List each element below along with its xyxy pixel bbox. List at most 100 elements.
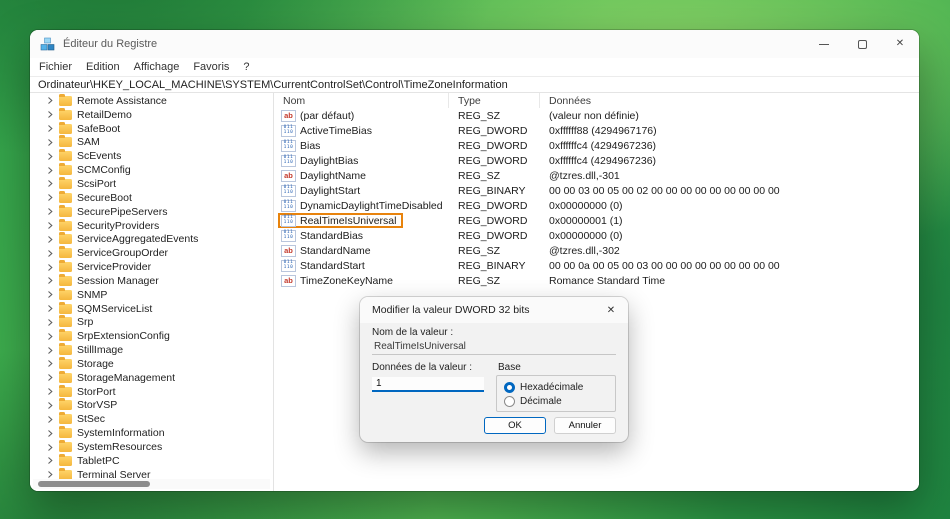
tree-item[interactable]: SystemInformation [30, 426, 273, 440]
chevron-right-icon[interactable] [46, 276, 57, 285]
folder-icon [59, 193, 72, 203]
registry-value-row[interactable]: abStandardNameREG_SZ@tzres.dll,-302 [274, 243, 919, 258]
tree-item[interactable]: StorPort [30, 385, 273, 399]
tree-item-label: ServiceAggregatedEvents [77, 233, 198, 245]
tree-item[interactable]: SNMP [30, 288, 273, 302]
chevron-right-icon[interactable] [46, 221, 57, 230]
chevron-right-icon[interactable] [46, 346, 57, 355]
registry-value-row[interactable]: 011110DynamicDaylightTimeDisabledREG_DWO… [274, 198, 919, 213]
chevron-right-icon[interactable] [46, 179, 57, 188]
tree-item[interactable]: Storage [30, 357, 273, 371]
tree-item[interactable]: SecurityProviders [30, 219, 273, 233]
radio-icon[interactable] [504, 382, 515, 393]
tree-item[interactable]: SAM [30, 136, 273, 150]
chevron-right-icon[interactable] [46, 124, 57, 133]
tree-item[interactable]: RetailDemo [30, 108, 273, 122]
tree-item[interactable]: Srp [30, 316, 273, 330]
value-data: @tzres.dll,-302 [540, 245, 919, 257]
menu-item[interactable]: Edition [79, 61, 127, 73]
chevron-right-icon[interactable] [46, 373, 57, 382]
tree-item[interactable]: SafeBoot [30, 122, 273, 136]
registry-app-icon [40, 37, 55, 52]
column-header-type[interactable]: Type [449, 93, 540, 108]
tree-item[interactable]: ServiceGroupOrder [30, 246, 273, 260]
menu-item[interactable]: Fichier [32, 61, 79, 73]
chevron-right-icon[interactable] [46, 96, 57, 105]
radio-icon[interactable] [504, 396, 515, 407]
chevron-right-icon[interactable] [46, 166, 57, 175]
registry-value-row[interactable]: abDaylightNameREG_SZ@tzres.dll,-301 [274, 168, 919, 183]
registry-value-row[interactable]: abTimeZoneKeyNameREG_SZRomance Standard … [274, 273, 919, 288]
registry-value-row[interactable]: 011110RealTimeIsUniversalREG_DWORD0x0000… [274, 213, 919, 228]
tree-item[interactable]: StillImage [30, 343, 273, 357]
tree-item-label: Storage [77, 358, 114, 370]
dialog-close-button[interactable]: ✕ [594, 297, 628, 323]
chevron-right-icon[interactable] [46, 318, 57, 327]
tree-item[interactable]: ServiceProvider [30, 260, 273, 274]
address-input[interactable] [30, 77, 919, 92]
registry-value-row[interactable]: 011110DaylightBiasREG_DWORD0xffffffc4 (4… [274, 153, 919, 168]
base-radio-option[interactable]: Hexadécimale [504, 380, 608, 394]
chevron-right-icon[interactable] [46, 110, 57, 119]
chevron-right-icon[interactable] [46, 290, 57, 299]
menu-item[interactable]: Favoris [186, 61, 236, 73]
chevron-right-icon[interactable] [46, 193, 57, 202]
value-type: REG_SZ [449, 245, 540, 257]
chevron-right-icon[interactable] [46, 443, 57, 452]
tree-item[interactable]: ServiceAggregatedEvents [30, 232, 273, 246]
tree-item[interactable]: SrpExtensionConfig [30, 329, 273, 343]
chevron-right-icon[interactable] [46, 429, 57, 438]
folder-icon [59, 276, 72, 286]
column-header-data[interactable]: Données [540, 93, 919, 108]
value-name: StandardStart [300, 260, 365, 272]
maximize-button[interactable] [843, 30, 881, 58]
folder-icon [59, 207, 72, 217]
chevron-right-icon[interactable] [46, 456, 57, 465]
registry-value-row[interactable]: 011110DaylightStartREG_BINARY00 00 03 00… [274, 183, 919, 198]
cancel-button[interactable]: Annuler [554, 417, 616, 434]
chevron-right-icon[interactable] [46, 138, 57, 147]
chevron-right-icon[interactable] [46, 304, 57, 313]
scrollbar-thumb[interactable] [38, 481, 150, 487]
tree-item[interactable]: StSec [30, 412, 273, 426]
string-icon: ab [281, 245, 296, 257]
registry-value-row[interactable]: ab(par défaut)REG_SZ(valeur non définie) [274, 108, 919, 123]
chevron-right-icon[interactable] [46, 152, 57, 161]
chevron-right-icon[interactable] [46, 332, 57, 341]
chevron-right-icon[interactable] [46, 415, 57, 424]
tree-item[interactable]: SecurePipeServers [30, 205, 273, 219]
chevron-right-icon[interactable] [46, 207, 57, 216]
tree-item[interactable]: TabletPC [30, 454, 273, 468]
menu-item[interactable]: Affichage [127, 61, 187, 73]
tree-item[interactable]: SCMConfig [30, 163, 273, 177]
ok-button[interactable]: OK [484, 417, 546, 434]
chevron-right-icon[interactable] [46, 470, 57, 479]
tree-item[interactable]: SQMServiceList [30, 302, 273, 316]
registry-value-row[interactable]: 011110BiasREG_DWORD0xffffffc4 (429496723… [274, 138, 919, 153]
column-header-name[interactable]: Nom [274, 93, 449, 108]
menu-item[interactable]: ? [236, 61, 256, 73]
registry-value-row[interactable]: 011110StandardBiasREG_DWORD0x00000000 (0… [274, 228, 919, 243]
tree-item[interactable]: SecureBoot [30, 191, 273, 205]
horizontal-scrollbar[interactable] [33, 479, 270, 489]
value-data-input[interactable] [372, 377, 484, 392]
close-button[interactable]: ✕ [881, 30, 919, 58]
tree-item[interactable]: Remote Assistance [30, 94, 273, 108]
registry-value-row[interactable]: 011110ActiveTimeBiasREG_DWORD0xffffff88 … [274, 123, 919, 138]
chevron-right-icon[interactable] [46, 401, 57, 410]
tree-item[interactable]: ScEvents [30, 149, 273, 163]
registry-value-row[interactable]: 011110StandardStartREG_BINARY00 00 0a 00… [274, 258, 919, 273]
minimize-button[interactable] [805, 30, 843, 58]
chevron-right-icon[interactable] [46, 387, 57, 396]
base-radio-option[interactable]: Décimale [504, 394, 608, 408]
tree-item[interactable]: StorVSP [30, 399, 273, 413]
value-data: @tzres.dll,-301 [540, 170, 919, 182]
chevron-right-icon[interactable] [46, 263, 57, 272]
chevron-right-icon[interactable] [46, 235, 57, 244]
tree-item[interactable]: StorageManagement [30, 371, 273, 385]
tree-item[interactable]: SystemResources [30, 440, 273, 454]
chevron-right-icon[interactable] [46, 249, 57, 258]
chevron-right-icon[interactable] [46, 359, 57, 368]
tree-item[interactable]: ScsiPort [30, 177, 273, 191]
tree-item[interactable]: Session Manager [30, 274, 273, 288]
